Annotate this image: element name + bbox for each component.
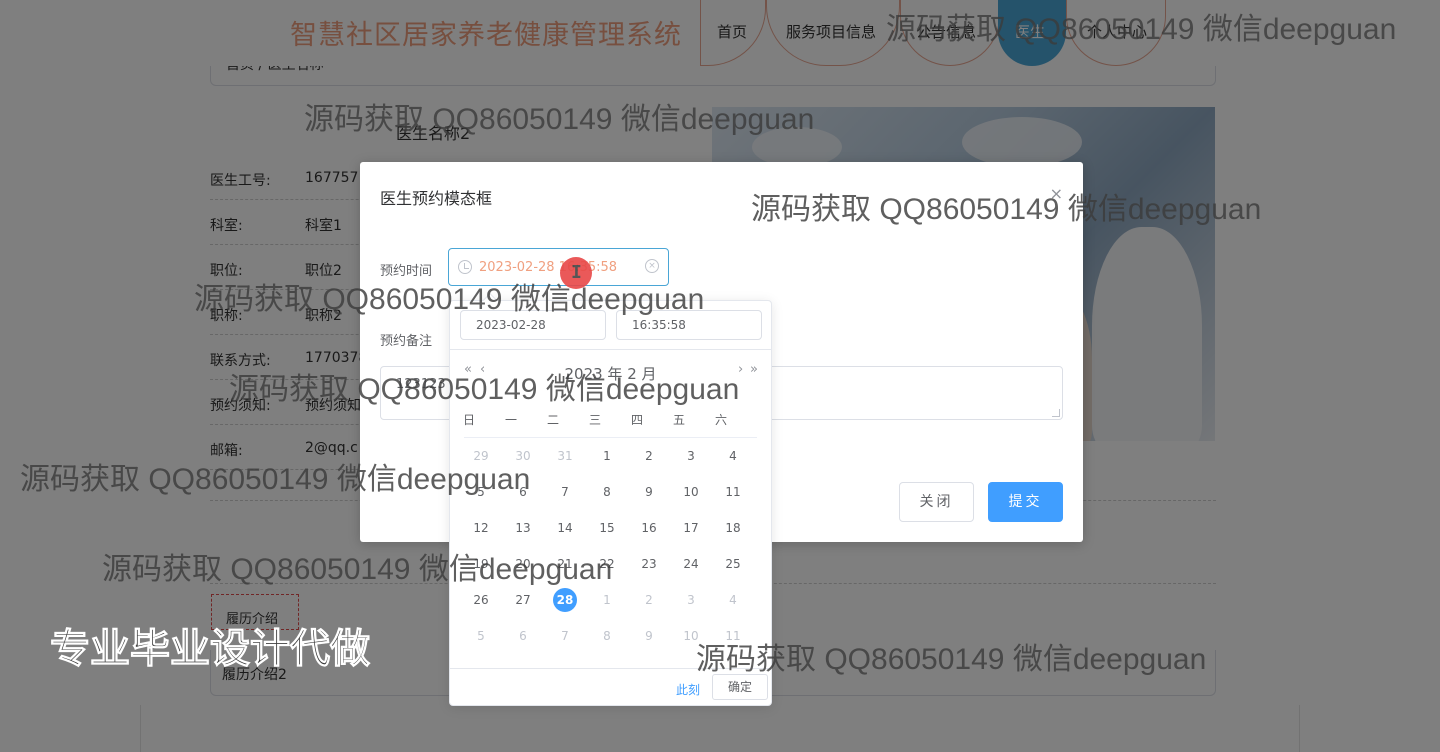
calendar-day[interactable]: 27	[511, 588, 535, 612]
calendar-day[interactable]: 26	[469, 588, 493, 612]
calendar-day[interactable]: 2	[637, 588, 661, 612]
calendar-day[interactable]: 15	[595, 516, 619, 540]
modal-title: 医生预约模态框	[380, 189, 493, 208]
calendar-day[interactable]: 18	[721, 516, 745, 540]
calendar-day[interactable]: 31	[553, 444, 577, 468]
weekday-header: 二	[546, 413, 559, 427]
calendar-day[interactable]: 19	[469, 552, 493, 576]
calendar-day[interactable]: 7	[553, 624, 577, 648]
clock-icon	[458, 260, 472, 274]
close-icon[interactable]: ×	[1050, 184, 1063, 203]
calendar-day[interactable]: 30	[511, 444, 535, 468]
calendar-day[interactable]: 4	[721, 588, 745, 612]
next-month-icon[interactable]: ›	[738, 362, 743, 377]
calendar-day[interactable]: 16	[637, 516, 661, 540]
next-year-icon[interactable]: »	[750, 362, 758, 377]
calendar-day[interactable]: 2	[637, 444, 661, 468]
calendar-day[interactable]: 11	[721, 624, 745, 648]
calendar-day[interactable]: 29	[469, 444, 493, 468]
calendar-day[interactable]: 13	[511, 516, 535, 540]
weekday-header: 六	[714, 413, 727, 427]
calendar-day[interactable]: 10	[679, 624, 703, 648]
calendar-day[interactable]: 5	[469, 624, 493, 648]
calendar-day[interactable]: 11	[721, 480, 745, 504]
calendar-day[interactable]: 23	[637, 552, 661, 576]
cursor-indicator: I	[560, 257, 592, 289]
calendar-day[interactable]: 20	[511, 552, 535, 576]
datetime-picker: 2023-02-28 16:35:58 « ‹ 2023 年 2 月 › » 日…	[449, 292, 772, 706]
calendar-day[interactable]: 6	[511, 624, 535, 648]
calendar-day[interactable]: 24	[679, 552, 703, 576]
divider	[450, 349, 771, 350]
calendar-day[interactable]: 7	[553, 480, 577, 504]
appointment-time-input[interactable]: 2023-02-28 16:35:58 ×	[448, 248, 669, 286]
resize-grip-icon[interactable]	[1052, 409, 1060, 417]
calendar-day[interactable]: 10	[679, 480, 703, 504]
clear-icon[interactable]: ×	[645, 259, 659, 273]
appointment-remark-label: 预约备注	[380, 334, 433, 349]
confirm-button[interactable]: 确定	[712, 674, 768, 700]
calendar-day[interactable]: 5	[469, 480, 493, 504]
calendar-day[interactable]: 9	[637, 624, 661, 648]
weekday-header: 三	[588, 413, 601, 427]
calendar-day[interactable]: 3	[679, 444, 703, 468]
calendar-day[interactable]: 21	[553, 552, 577, 576]
calendar-day[interactable]: 17	[679, 516, 703, 540]
divider	[464, 437, 757, 438]
calendar-day[interactable]: 1	[595, 444, 619, 468]
calendar-day[interactable]: 6	[511, 480, 535, 504]
weekday-header: 五	[672, 413, 685, 427]
calendar-day[interactable]: 8	[595, 624, 619, 648]
picker-time-input[interactable]: 16:35:58	[616, 310, 762, 340]
weekday-header: 一	[504, 413, 517, 427]
calendar-day[interactable]: 25	[721, 552, 745, 576]
calendar-day-selected[interactable]: 28	[553, 588, 577, 612]
weekday-header: 四	[630, 413, 643, 427]
appointment-time-label: 预约时间	[380, 264, 433, 279]
calendar-day[interactable]: 4	[721, 444, 745, 468]
remark-value: 123123	[396, 377, 446, 392]
calendar-day[interactable]: 12	[469, 516, 493, 540]
calendar-day[interactable]: 22	[595, 552, 619, 576]
calendar-day[interactable]: 3	[679, 588, 703, 612]
submit-button[interactable]: 提交	[988, 482, 1063, 522]
weekday-header: 日	[462, 413, 475, 427]
appointment-time-value: 2023-02-28 16:35:58	[479, 260, 618, 275]
picker-footer: 此刻 确定	[450, 668, 771, 706]
calendar-day[interactable]: 1	[595, 588, 619, 612]
close-button[interactable]: 关闭	[899, 482, 974, 522]
now-button[interactable]: 此刻	[676, 681, 700, 698]
calendar-day[interactable]: 8	[595, 480, 619, 504]
calendar-day[interactable]: 9	[637, 480, 661, 504]
month-label: 2023 年 2 月	[564, 365, 657, 383]
picker-date-input[interactable]: 2023-02-28	[460, 310, 606, 340]
calendar-day[interactable]: 14	[553, 516, 577, 540]
